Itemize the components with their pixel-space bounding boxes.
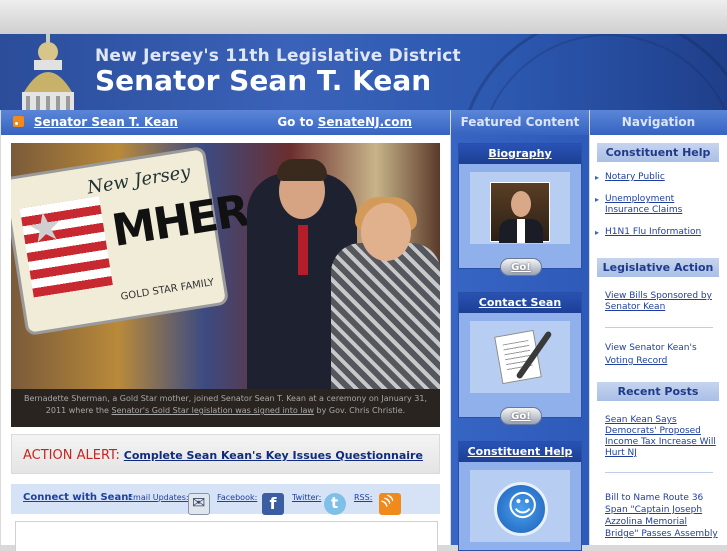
post-prefix: Bill to Name Route 36	[605, 493, 704, 503]
caption-link[interactable]: Senator's Gold Star legislation was sign…	[112, 406, 314, 415]
featured-column: Featured Content Biography Go! Contact S…	[451, 110, 589, 551]
ceremony-photo: ★ New Jersey MHERO GOLD STAR FAMILY	[11, 143, 440, 389]
recent-posts-heading: Recent Posts	[597, 382, 719, 401]
voting-record-text: View Senator Kean's Voting Record	[605, 342, 723, 368]
voting-prefix: View Senator Kean's	[605, 343, 697, 353]
featured-header: Featured Content	[451, 110, 589, 135]
biography-go-button[interactable]: Go!	[500, 258, 542, 276]
senator-title: Senator Sean T. Kean	[95, 64, 432, 97]
senator-home-link[interactable]: Senator Sean T. Kean	[34, 115, 178, 129]
portrait-face	[511, 191, 531, 217]
questionnaire-link[interactable]: Complete Sean Kean's Key Issues Question…	[124, 449, 423, 462]
contact-box: Contact Sean Go!	[458, 292, 582, 425]
recent-post-item: Bill to Name Route 36 Span "Captain Jose…	[605, 492, 721, 540]
email-icon[interactable]	[188, 493, 210, 515]
senator-tie	[298, 225, 308, 275]
legislative-action-heading: Legislative Action	[597, 258, 719, 277]
rss-link[interactable]: RSS:	[354, 493, 372, 502]
action-alert-label: ACTION ALERT:	[23, 448, 120, 463]
rss-feed-icon[interactable]	[379, 493, 401, 515]
senator-hair	[277, 159, 327, 181]
twitter-link[interactable]: Twitter:	[292, 493, 321, 502]
biography-box: Biography Go!	[458, 143, 582, 276]
separator	[605, 327, 713, 328]
constituent-help-heading: Constituent Help	[597, 143, 719, 162]
goto-senatenj: Go to SenateNJ.com	[277, 110, 412, 135]
portrait-shirt	[517, 219, 525, 243]
navigation-header: Navigation	[590, 110, 727, 135]
featured-photo[interactable]: ★ New Jersey MHERO GOLD STAR FAMILY Bern…	[11, 143, 440, 427]
voting-record-link[interactable]: Voting Record	[605, 356, 667, 366]
recent-post-link[interactable]: Sean Kean Says Democrats' Proposed Incom…	[605, 415, 717, 459]
senator-portrait[interactable]	[490, 182, 550, 243]
star-icon: ★	[23, 202, 67, 254]
constituent-help-title[interactable]: Constituent Help	[459, 442, 581, 462]
photo-caption: Bernadette Sherman, a Gold Star mother, …	[11, 393, 440, 417]
plate-footer: GOLD STAR FAMILY	[120, 277, 215, 303]
content-box	[15, 521, 438, 551]
h1n1-flu-link[interactable]: H1N1 Flu Information	[595, 227, 723, 238]
separator	[605, 472, 713, 473]
navigation-column: Navigation Constituent Help Notary Publi…	[590, 110, 727, 545]
view-bills-link[interactable]: View Bills Sponsored by Senator Kean	[605, 291, 717, 313]
unemployment-claims-link[interactable]: Unemployment Insurance Claims	[595, 194, 705, 216]
biography-title[interactable]: Biography	[459, 144, 581, 164]
contact-go-button[interactable]: Go!	[500, 407, 542, 425]
rss-icon[interactable]	[13, 116, 24, 127]
district-title: New Jersey's 11th Legislative District	[95, 46, 461, 66]
notary-public-link[interactable]: Notary Public	[595, 172, 723, 183]
connect-bar: Connect with Sean: Email Updates: Facebo…	[11, 484, 440, 515]
caption-text-2: by Gov. Chris Christie.	[316, 406, 406, 415]
facebook-link[interactable]: Facebook:	[217, 493, 257, 502]
senatenj-link[interactable]: SenateNJ.com	[318, 115, 412, 129]
contact-title[interactable]: Contact Sean	[459, 293, 581, 313]
accessibility-person-icon[interactable]	[494, 482, 548, 536]
plate-state: New Jersey	[85, 161, 192, 199]
facebook-icon[interactable]: f	[262, 493, 284, 515]
top-strip	[0, 0, 727, 34]
main-bar: Senator Sean T. Kean Go to SenateNJ.com	[1, 110, 450, 135]
gold-star-mother-figure	[331, 243, 440, 389]
twitter-icon[interactable]	[324, 493, 346, 515]
goto-prefix: Go to	[277, 115, 314, 129]
license-plate: ★ New Jersey MHERO GOLD STAR FAMILY	[11, 145, 286, 337]
gold-star-mother-head	[361, 203, 411, 261]
action-alert: ACTION ALERT: Complete Sean Kean's Key I…	[11, 434, 440, 474]
connect-title[interactable]: Connect with Sean:	[23, 492, 132, 503]
capitol-dome-icon	[22, 34, 74, 110]
email-updates-link[interactable]: Email Updates:	[128, 493, 189, 502]
recent-post-link[interactable]: Span "Captain Joseph Azzolina Memorial B…	[605, 505, 718, 539]
site-header: New Jersey's 11th Legislative District S…	[0, 34, 727, 110]
constituent-help-box: Constituent Help	[458, 441, 582, 551]
main-column: Senator Sean T. Kean Go to SenateNJ.com …	[1, 110, 450, 551]
